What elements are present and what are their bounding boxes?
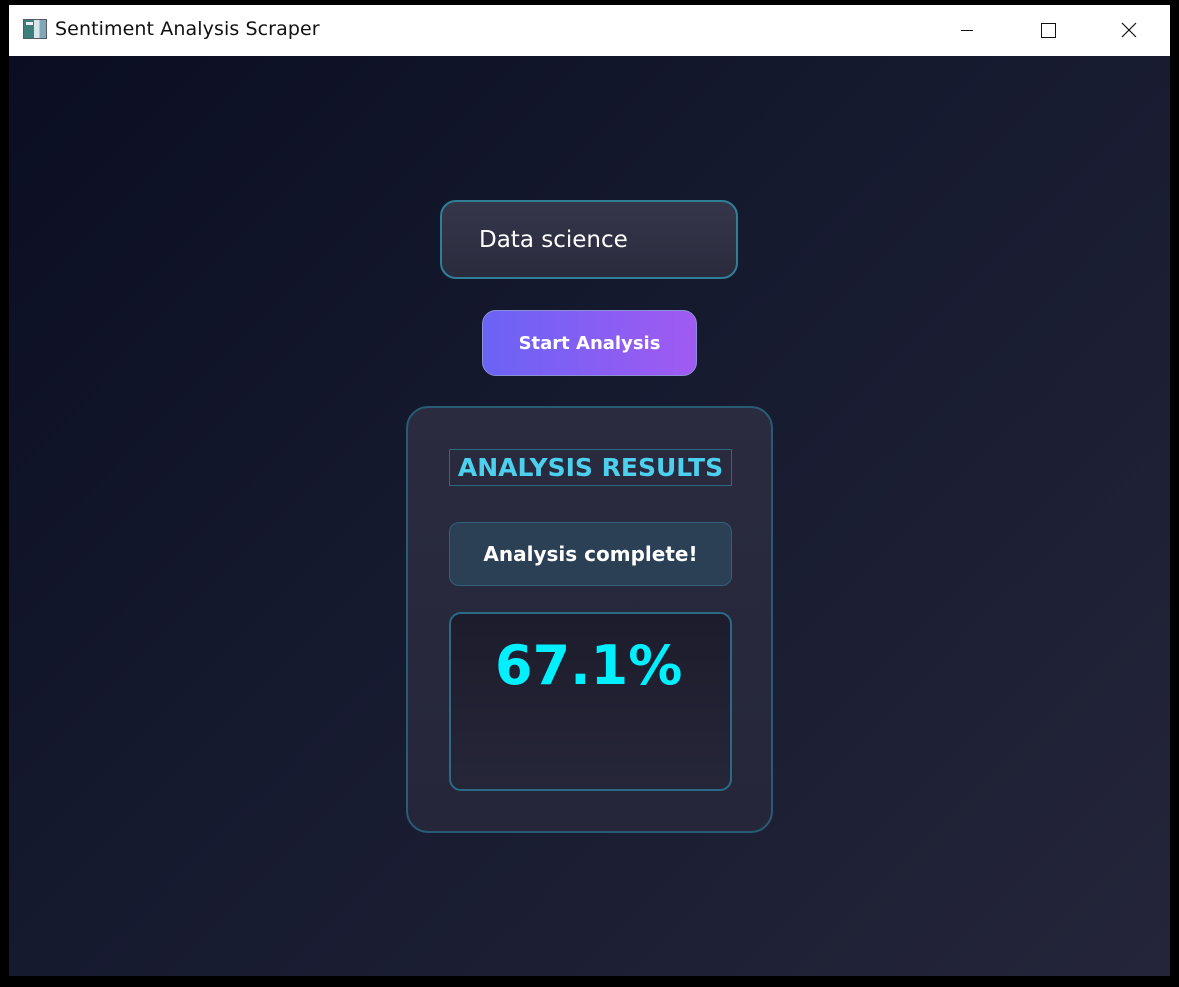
- maximize-button[interactable]: [1008, 5, 1088, 56]
- main-content: Start Analysis ANALYSIS RESULTS Analysis…: [9, 56, 1170, 976]
- maximize-icon: [1041, 23, 1056, 38]
- search-input[interactable]: [440, 200, 738, 279]
- start-analysis-button[interactable]: Start Analysis: [482, 310, 697, 376]
- score-display: 67.1%: [449, 612, 732, 791]
- results-panel: ANALYSIS RESULTS Analysis complete! 67.1…: [406, 406, 773, 833]
- app-window-icon: [23, 19, 47, 39]
- window-title: Sentiment Analysis Scraper: [55, 18, 320, 40]
- title-bar[interactable]: Sentiment Analysis Scraper: [9, 5, 1170, 56]
- minimize-icon: [961, 30, 973, 31]
- minimize-button[interactable]: [927, 5, 1007, 56]
- sentiment-score: 67.1%: [495, 634, 683, 697]
- close-button[interactable]: [1089, 5, 1169, 56]
- status-message: Analysis complete!: [449, 522, 732, 586]
- close-icon: [1121, 22, 1137, 38]
- results-heading: ANALYSIS RESULTS: [449, 449, 732, 486]
- app-window: Sentiment Analysis Scraper Start Analysi…: [9, 5, 1170, 976]
